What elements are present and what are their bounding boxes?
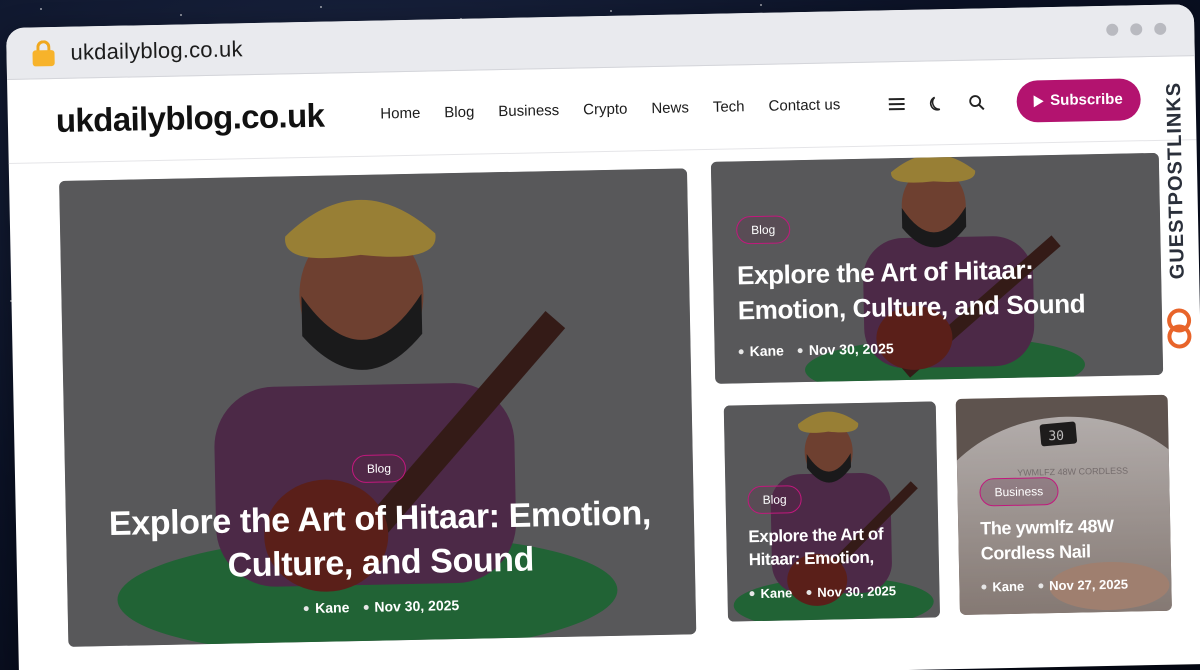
play-icon bbox=[1033, 94, 1044, 107]
post-author[interactable]: Kane bbox=[315, 599, 350, 616]
subscribe-label: Subscribe bbox=[1050, 90, 1123, 110]
guestpostlinks-watermark: GUESTPOSTLINKS bbox=[1157, 60, 1197, 361]
window-dot-icon[interactable] bbox=[1106, 23, 1119, 36]
browser-window: ukdailyblog.co.uk ukdailyblog.co.uk Home… bbox=[6, 4, 1200, 670]
menu-icon[interactable] bbox=[886, 93, 906, 113]
post-date: Nov 30, 2025 bbox=[374, 597, 460, 615]
post-card-top-right[interactable]: Blog Explore the Art of Hitaar: Emotion,… bbox=[710, 152, 1164, 384]
category-badge[interactable]: Blog bbox=[747, 485, 802, 515]
site-logo[interactable]: ukdailyblog.co.uk bbox=[55, 96, 324, 139]
post-title[interactable]: Explore the Art of Hitaar: Emotion, Cult… bbox=[106, 491, 656, 590]
nav-business[interactable]: Business bbox=[498, 102, 559, 120]
post-title[interactable]: The ywmlfz 48W Cordless Nail bbox=[980, 513, 1157, 565]
main-nav: Home Blog Business Crypto News Tech Cont… bbox=[380, 96, 840, 122]
nav-contact[interactable]: Contact us bbox=[768, 96, 840, 114]
featured-post-card[interactable]: Blog Explore the Art of Hitaar: Emotion,… bbox=[59, 168, 697, 647]
subscribe-button[interactable]: Subscribe bbox=[1015, 77, 1142, 123]
post-author[interactable]: Kane bbox=[992, 579, 1024, 595]
window-controls bbox=[1106, 22, 1167, 36]
category-badge[interactable]: Blog bbox=[351, 453, 407, 483]
post-date: Nov 27, 2025 bbox=[1049, 576, 1129, 594]
window-dot-icon[interactable] bbox=[1154, 22, 1167, 35]
link-icon bbox=[1167, 308, 1192, 349]
featured-grid: Blog Explore the Art of Hitaar: Emotion,… bbox=[9, 140, 1200, 647]
nav-home[interactable]: Home bbox=[380, 105, 420, 123]
nav-crypto[interactable]: Crypto bbox=[583, 101, 628, 119]
category-badge[interactable]: Blog bbox=[735, 215, 791, 245]
url-text[interactable]: ukdailyblog.co.uk bbox=[70, 36, 243, 65]
search-icon[interactable] bbox=[966, 92, 986, 112]
header-tools: Subscribe bbox=[886, 77, 1142, 125]
post-author[interactable]: Kane bbox=[749, 342, 784, 359]
post-title[interactable]: Explore the Art of Hitaar: Emotion, bbox=[748, 523, 925, 572]
nav-news[interactable]: News bbox=[651, 99, 689, 117]
moon-icon[interactable] bbox=[926, 93, 946, 113]
post-date: Nov 30, 2025 bbox=[808, 340, 894, 358]
lock-icon bbox=[32, 39, 55, 66]
category-badge[interactable]: Business bbox=[979, 477, 1059, 507]
post-card-bottom-right[interactable]: 30 YWMLFZ 48W CORDLESS Business The ywml… bbox=[955, 394, 1172, 615]
post-date: Nov 30, 2025 bbox=[817, 583, 897, 600]
post-card-bottom-left[interactable]: Blog Explore the Art of Hitaar: Emotion,… bbox=[723, 401, 941, 622]
post-title[interactable]: Explore the Art of Hitaar: Emotion, Cult… bbox=[737, 251, 1142, 328]
nav-blog[interactable]: Blog bbox=[444, 104, 474, 122]
window-dot-icon[interactable] bbox=[1130, 23, 1143, 36]
watermark-text: GUESTPOSTLINKS bbox=[1162, 81, 1189, 280]
nav-tech[interactable]: Tech bbox=[713, 98, 745, 116]
post-author[interactable]: Kane bbox=[760, 585, 792, 601]
